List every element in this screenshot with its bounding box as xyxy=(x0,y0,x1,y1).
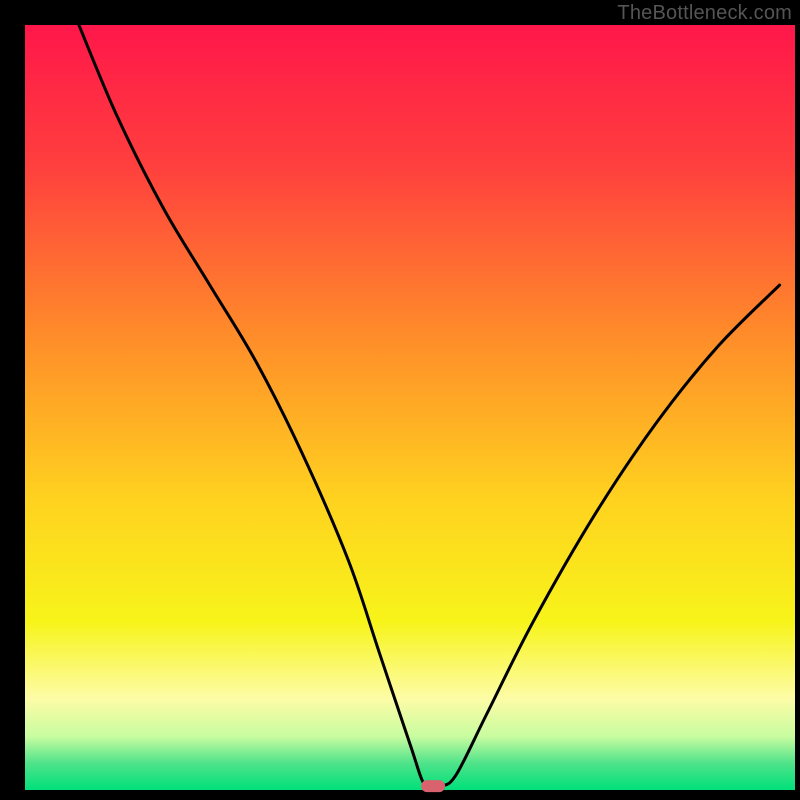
optimal-marker xyxy=(421,780,445,792)
chart-container: TheBottleneck.com xyxy=(0,0,800,800)
plot-background xyxy=(25,25,795,790)
bottleneck-chart xyxy=(0,0,800,800)
watermark-text: TheBottleneck.com xyxy=(617,2,792,25)
